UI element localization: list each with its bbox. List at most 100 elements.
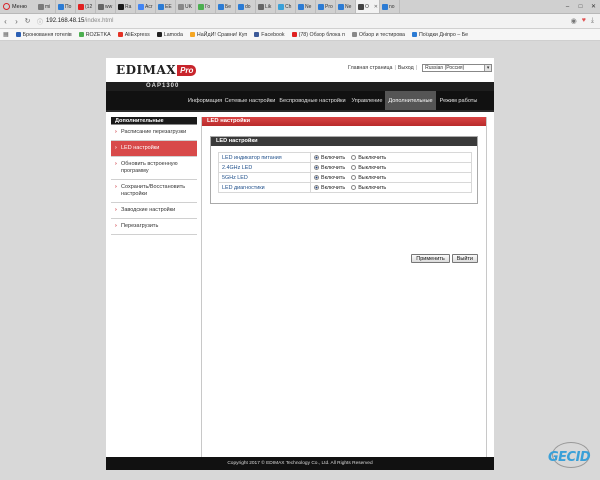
forward-icon[interactable]: › xyxy=(11,17,22,26)
browser-tab[interactable]: O ✕ xyxy=(356,0,380,13)
nav-divider xyxy=(106,110,494,112)
tab-favicon-icon xyxy=(318,3,324,10)
radio-on-label: Включить xyxy=(321,164,346,171)
bookmarks-bar-icon: ▦ xyxy=(3,32,9,38)
radio-off[interactable] xyxy=(351,174,357,180)
browser-tab[interactable]: Lik xyxy=(256,0,276,13)
main-nav: Информация Сетевые настройки Беспроводные … xyxy=(106,91,494,110)
radio-on[interactable] xyxy=(314,184,319,190)
tab-favicon-icon xyxy=(338,3,344,10)
maximize-icon[interactable]: □ xyxy=(574,4,587,10)
browser-tab[interactable]: mi xyxy=(36,0,56,13)
nav-item[interactable]: Дополнительные xyxy=(385,91,436,110)
browser-tab[interactable]: По xyxy=(56,0,76,13)
tab-favicon-icon xyxy=(78,3,84,10)
back-icon[interactable]: ‹ xyxy=(0,17,11,26)
bookmark-label: Lamoda xyxy=(163,31,183,38)
radio-off[interactable] xyxy=(351,164,357,170)
browser-tab[interactable]: (12 xyxy=(76,0,96,13)
bookmark-item[interactable]: НаЙдИ! Сравни! Куп xyxy=(189,32,247,38)
radio-on[interactable] xyxy=(314,154,319,160)
bookmark-item[interactable]: Facebook xyxy=(254,32,285,38)
tab-label: O xyxy=(365,3,369,10)
address-bar: ‹ › ↻ ⓘ 192.168.48.15 /index.html ◉ ♥ ⤓ xyxy=(0,14,600,29)
download-icon[interactable]: ⤓ xyxy=(591,17,594,25)
bookmark-favicon-icon xyxy=(351,32,357,37)
bookmark-item[interactable]: ROZETKA xyxy=(78,31,111,38)
minimize-icon[interactable]: – xyxy=(561,4,574,10)
camera-icon[interactable]: ◉ xyxy=(571,17,577,25)
browser-tab[interactable]: Acr xyxy=(136,0,156,13)
browser-tab[interactable]: Ne xyxy=(336,0,356,13)
close-icon[interactable]: ✕ xyxy=(587,3,600,10)
browser-tab[interactable]: Бе xyxy=(216,0,236,13)
radio-off[interactable] xyxy=(351,154,357,160)
radio-on[interactable] xyxy=(314,164,319,170)
bookmarks-bar: ▦ Бронювання готелів ROZETKA AliExpress Lam… xyxy=(0,29,600,41)
led-row-options: Включить Выключить xyxy=(310,182,472,193)
browser-tab[interactable]: Ch xyxy=(276,0,296,13)
header-links: Главная страница | Выход | Russian (Росс… xyxy=(348,64,493,72)
tab-favicon-icon xyxy=(138,3,144,10)
home-link[interactable]: Главная страница xyxy=(348,65,392,71)
logout-link[interactable]: Выход xyxy=(398,65,414,71)
browser-menu-button[interactable]: Меню xyxy=(0,0,36,13)
exit-button[interactable]: Выйти xyxy=(451,254,478,263)
bullet-icon: › xyxy=(115,207,117,213)
radio-on[interactable] xyxy=(314,174,319,180)
nav-item[interactable]: Сетевые настройки xyxy=(224,91,276,110)
browser-tab[interactable]: Ne xyxy=(296,0,316,13)
tab-label: ww xyxy=(105,3,113,10)
tab-label: Ch xyxy=(285,3,292,10)
apply-button[interactable]: Применить xyxy=(411,254,450,263)
nav-item[interactable]: Информация xyxy=(186,91,224,110)
sidebar-item[interactable]: › Перезагрузить xyxy=(111,219,197,235)
sidebar-item[interactable]: › Расписание перезагрузки xyxy=(111,125,197,141)
heart-icon[interactable]: ♥ xyxy=(582,17,586,25)
bookmark-item[interactable]: Lamoda xyxy=(156,31,183,38)
bookmark-item[interactable]: Поїздки Дніпро – Бе xyxy=(411,32,468,38)
nav-item[interactable]: Режим работы xyxy=(436,91,481,110)
browser-tab[interactable]: do xyxy=(236,0,256,13)
browser-tab[interactable]: no xyxy=(380,0,400,13)
tab-favicon-icon xyxy=(278,3,284,10)
tab-strip: Меню mi По (12 ww Ra Acr EE UK Го Бе do Lik Ch Ne Pro N… xyxy=(0,0,600,14)
sidebar-item[interactable]: › Сохранить/Восстановить настройки xyxy=(111,180,197,203)
url-field[interactable]: ⓘ 192.168.48.15 /index.html xyxy=(37,16,537,26)
sidebar-item[interactable]: › Обновить встроенную программу xyxy=(111,157,197,180)
browser-tab[interactable]: Pro xyxy=(316,0,336,13)
tab-close-icon[interactable]: ✕ xyxy=(374,4,378,10)
language-select[interactable]: Russian (Россия) ▾ xyxy=(422,64,493,72)
info-icon: ⓘ xyxy=(37,19,44,26)
radio-off[interactable] xyxy=(351,184,357,190)
reload-icon[interactable]: ↻ xyxy=(22,17,33,25)
tab-favicon-icon xyxy=(178,3,184,10)
url-path: /index.html xyxy=(84,18,114,24)
led-row: 5GHz LED Включить Выключить xyxy=(218,172,472,183)
main-title: LED настройки xyxy=(202,117,486,126)
tab-label: Ra xyxy=(125,3,132,10)
browser-tab[interactable]: UK xyxy=(176,0,196,13)
bookmark-item[interactable]: Обзор и тестирова xyxy=(351,32,405,38)
sidebar-item[interactable]: › LED настройки xyxy=(111,141,197,157)
bookmark-item[interactable]: (78) Обзор блока п xyxy=(291,32,345,38)
sidebar-item[interactable]: › Заводские настройки xyxy=(111,203,197,219)
bookmark-label: ROZETKA xyxy=(85,31,111,38)
router-header: EDIMAX Pro Главная страница | Выход | Ru… xyxy=(106,58,494,82)
tab-label: no xyxy=(389,3,395,10)
browser-tab[interactable]: ww xyxy=(96,0,116,13)
nav-item[interactable]: Управление xyxy=(349,91,385,110)
bullet-icon: › xyxy=(115,161,117,167)
tab-label: UK xyxy=(185,3,192,10)
browser-tab[interactable]: Ra xyxy=(116,0,136,13)
tab-favicon-icon xyxy=(358,3,364,10)
browser-tab[interactable]: Го xyxy=(196,0,216,13)
bookmark-item[interactable]: AliExpress xyxy=(117,32,150,38)
led-row-options: Включить Выключить xyxy=(310,152,472,163)
bookmark-favicon-icon xyxy=(254,32,260,37)
nav-item[interactable]: Беспроводные настройки xyxy=(276,91,349,110)
bookmark-item[interactable]: Бронювання готелів xyxy=(15,32,72,38)
sidebar-item-label: Расписание перезагрузки xyxy=(121,129,187,135)
tab-label: Lik xyxy=(265,3,272,10)
browser-tab[interactable]: EE xyxy=(156,0,176,13)
